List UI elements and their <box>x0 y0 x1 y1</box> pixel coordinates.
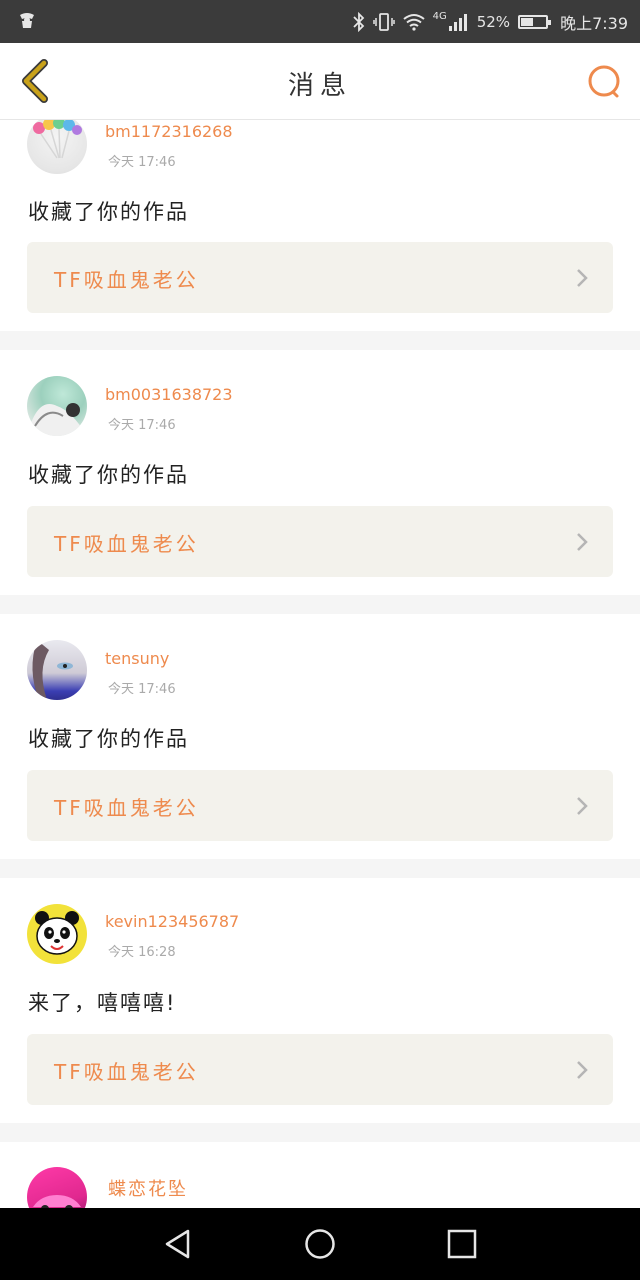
car-avatar-image <box>33 1195 81 1208</box>
bluetooth-icon <box>352 11 365 32</box>
battery-icon <box>518 14 552 29</box>
work-title: TF吸血鬼老公 <box>54 532 199 556</box>
avatar[interactable] <box>27 640 87 700</box>
message-text: 收藏了你的作品 <box>28 200 189 224</box>
anime-avatar-image <box>27 403 87 436</box>
work-title: TF吸血鬼老公 <box>54 796 199 820</box>
work-link[interactable]: TF吸血鬼老公 <box>27 506 613 577</box>
username[interactable]: tensuny <box>105 649 169 668</box>
battery-percent: 52% <box>476 12 511 31</box>
work-title: TF吸血鬼老公 <box>54 268 199 292</box>
message-text: 来了，嘻嘻嘻! <box>28 991 177 1015</box>
timestamp: 今天 17:46 <box>108 682 176 697</box>
page-title: 消息 <box>287 71 352 101</box>
status-bar: 4G 52% 晚上7:39 <box>0 0 640 43</box>
notification-app-icon <box>20 13 34 28</box>
chevron-right-icon <box>577 269 588 287</box>
wifi-icon <box>402 13 425 31</box>
lollipops-avatar-image <box>33 120 82 159</box>
avatar[interactable] <box>27 120 87 174</box>
chevron-right-icon <box>577 797 588 815</box>
network-type-label: 4G <box>432 11 447 22</box>
message-text: 收藏了你的作品 <box>28 463 189 487</box>
system-navigation-bar <box>0 1208 640 1280</box>
nav-back-icon[interactable] <box>160 1226 196 1262</box>
timestamp: 今天 17:46 <box>108 418 176 433</box>
work-title: TF吸血鬼老公 <box>54 1060 199 1084</box>
signal-icon <box>448 13 469 31</box>
work-link[interactable]: TF吸血鬼老公 <box>27 1034 613 1105</box>
username[interactable]: 蝶恋花坠 <box>108 1175 188 1201</box>
chevron-right-icon <box>577 1061 588 1079</box>
message-list[interactable]: bm1172316268 今天 17:46 收藏了你的作品 TF吸血鬼老公 bm… <box>0 120 640 1208</box>
avatar[interactable] <box>27 904 87 964</box>
avatar[interactable] <box>27 376 87 436</box>
work-link[interactable]: TF吸血鬼老公 <box>27 770 613 841</box>
search-icon[interactable] <box>586 63 624 101</box>
username[interactable]: kevin123456787 <box>105 912 239 931</box>
top-app-bar: 消息 <box>0 43 640 120</box>
chevron-right-icon <box>577 533 588 551</box>
work-link[interactable]: TF吸血鬼老公 <box>27 242 613 313</box>
message-card: 蝶恋花坠 <box>0 1142 640 1208</box>
message-card: bm1172316268 今天 17:46 收藏了你的作品 TF吸血鬼老公 <box>0 120 640 331</box>
status-indicators: 4G 52% 晚上7:39 <box>352 0 628 43</box>
nav-home-icon[interactable] <box>302 1226 338 1262</box>
vibrate-icon <box>372 12 395 32</box>
message-text: 收藏了你的作品 <box>28 727 189 751</box>
nav-recents-icon[interactable] <box>444 1226 480 1262</box>
timestamp: 今天 17:46 <box>108 155 176 170</box>
timestamp: 今天 16:28 <box>108 945 176 960</box>
portrait-avatar-image <box>32 640 73 700</box>
avatar[interactable] <box>27 1167 87 1208</box>
clock: 晚上7:39 <box>560 13 628 33</box>
message-card: tensuny 今天 17:46 收藏了你的作品 TF吸血鬼老公 <box>0 614 640 859</box>
message-card: kevin123456787 今天 16:28 来了，嘻嘻嘻! TF吸血鬼老公 <box>0 878 640 1123</box>
message-card: bm0031638723 今天 17:46 收藏了你的作品 TF吸血鬼老公 <box>0 350 640 595</box>
panda-avatar-image <box>35 911 79 955</box>
username[interactable]: bm0031638723 <box>105 385 233 404</box>
username[interactable]: bm1172316268 <box>105 122 233 141</box>
